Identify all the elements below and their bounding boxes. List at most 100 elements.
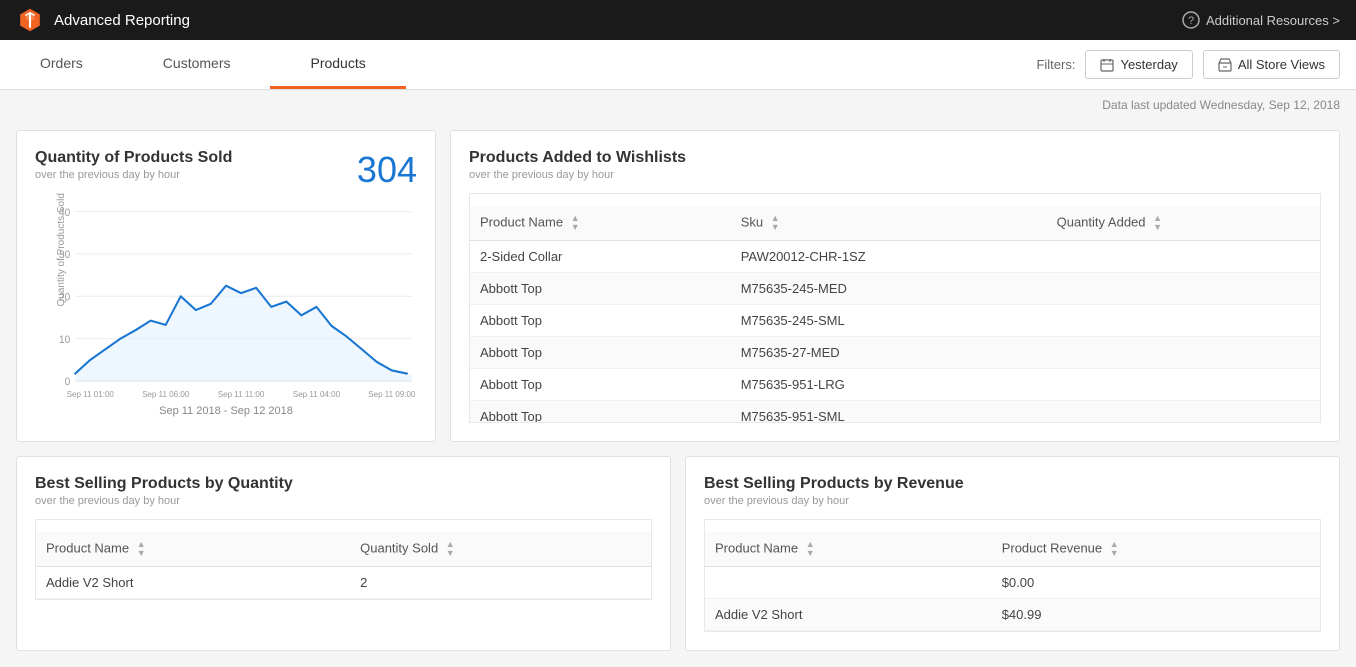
col-qty-added[interactable]: Quantity Added ▲▼ xyxy=(1047,206,1320,241)
best-qty-table-container[interactable]: Product Name ▲▼ Quantity Sold ▲▼ Addie V… xyxy=(35,519,652,600)
wishlist-product-name: Abbott Top xyxy=(470,337,731,369)
tab-customers[interactable]: Customers xyxy=(123,40,271,89)
wishlist-qty xyxy=(1047,369,1320,401)
wishlist-product-name: 2-Sided Collar xyxy=(470,241,731,273)
wishlist-qty xyxy=(1047,273,1320,305)
sort-icon-br-rev: ▲▼ xyxy=(1110,540,1119,558)
sort-icon-name: ▲▼ xyxy=(571,214,580,232)
all-store-views-label: All Store Views xyxy=(1238,57,1325,72)
sort-icon-bq-qty: ▲▼ xyxy=(446,540,455,558)
brand-label: Advanced Reporting xyxy=(54,12,190,29)
bq-product-name: Addie V2 Short xyxy=(36,567,350,599)
wishlist-qty xyxy=(1047,401,1320,424)
yesterday-label: Yesterday xyxy=(1120,57,1177,72)
wishlist-qty xyxy=(1047,241,1320,273)
svg-text:0: 0 xyxy=(65,377,71,388)
svg-text:Sep 11 09:00: Sep 11 09:00 xyxy=(368,390,416,399)
bq-qty-sold: 2 xyxy=(350,567,651,599)
sort-icon-bq-name: ▲▼ xyxy=(137,540,146,558)
wishlist-sku: M75635-27-MED xyxy=(731,337,1047,369)
top-bar: Advanced Reporting ? Additional Resource… xyxy=(0,0,1356,40)
best-by-quantity-panel: Best Selling Products by Quantity over t… xyxy=(16,456,671,651)
tab-orders[interactable]: Orders xyxy=(0,40,123,89)
table-row: Abbott Top M75635-27-MED xyxy=(470,337,1320,369)
line-chart: 40 30 20 10 0 Sep 11 01:00 Sep 11 06:00 … xyxy=(35,201,417,381)
wishlist-sku: PAW20012-CHR-1SZ xyxy=(731,241,1047,273)
chart-area: Quantity of Products Sold 40 30 20 10 0 xyxy=(35,201,417,401)
col-bq-qty-sold[interactable]: Quantity Sold ▲▼ xyxy=(350,532,651,567)
best-rev-subtitle: over the previous day by hour xyxy=(704,495,1321,507)
wishlist-qty xyxy=(1047,337,1320,369)
table-row: $0.00 xyxy=(705,567,1320,599)
br-product-name: Addie V2 Short xyxy=(705,599,992,631)
bottom-row: Best Selling Products by Quantity over t… xyxy=(16,456,1340,651)
svg-text:10: 10 xyxy=(59,335,70,346)
quantity-sold-title: Quantity of Products Sold xyxy=(35,149,232,167)
svg-text:Sep 11 06:00: Sep 11 06:00 xyxy=(142,390,190,399)
chart-y-axis-label: Quantity of Products Sold xyxy=(56,193,67,306)
best-qty-subtitle: over the previous day by hour xyxy=(35,495,652,507)
table-row: 2-Sided Collar PAW20012-CHR-1SZ xyxy=(470,241,1320,273)
quantity-sold-number: 304 xyxy=(357,149,417,191)
tab-spacer xyxy=(406,40,1037,89)
store-icon xyxy=(1218,58,1232,72)
additional-resources-link[interactable]: ? Additional Resources > xyxy=(1182,11,1340,29)
chart-date-range: Sep 11 2018 - Sep 12 2018 xyxy=(35,405,417,417)
table-row: Addie V2 Short 2 xyxy=(36,567,651,599)
chart-title-group: Quantity of Products Sold over the previ… xyxy=(35,149,232,181)
best-qty-title: Best Selling Products by Quantity xyxy=(35,475,652,493)
filters-area: Filters: Yesterday All Store Views xyxy=(1036,40,1356,89)
tab-navigation: Orders Customers Products Filters: Yeste… xyxy=(0,40,1356,90)
svg-text:Sep 11 04:00: Sep 11 04:00 xyxy=(293,390,341,399)
best-rev-table: Product Name ▲▼ Product Revenue ▲▼ $0.00… xyxy=(705,532,1320,631)
brand: Advanced Reporting xyxy=(16,6,190,34)
calendar-icon xyxy=(1100,58,1114,72)
wishlist-product-name: Abbott Top xyxy=(470,273,731,305)
wishlists-table-container[interactable]: Product Name ▲▼ Sku ▲▼ Quantity Added ▲▼ xyxy=(469,193,1321,423)
wishlists-subtitle: over the previous day by hour xyxy=(469,169,1321,181)
quantity-sold-subtitle: over the previous day by hour xyxy=(35,169,232,181)
best-qty-table: Product Name ▲▼ Quantity Sold ▲▼ Addie V… xyxy=(36,532,651,599)
magento-logo-icon xyxy=(16,6,44,34)
wishlists-table: Product Name ▲▼ Sku ▲▼ Quantity Added ▲▼ xyxy=(470,206,1320,423)
main-content: Quantity of Products Sold over the previ… xyxy=(0,120,1356,667)
wishlist-qty xyxy=(1047,305,1320,337)
col-sku[interactable]: Sku ▲▼ xyxy=(731,206,1047,241)
col-br-product-name[interactable]: Product Name ▲▼ xyxy=(705,532,992,567)
table-row: Addie V2 Short $40.99 xyxy=(705,599,1320,631)
best-rev-table-container[interactable]: Product Name ▲▼ Product Revenue ▲▼ $0.00… xyxy=(704,519,1321,632)
sort-icon-br-name: ▲▼ xyxy=(806,540,815,558)
wishlist-product-name: Abbott Top xyxy=(470,369,731,401)
yesterday-filter-button[interactable]: Yesterday xyxy=(1085,50,1192,79)
col-product-name[interactable]: Product Name ▲▼ xyxy=(470,206,731,241)
table-row: Abbott Top M75635-951-LRG xyxy=(470,369,1320,401)
wishlist-sku: M75635-245-SML xyxy=(731,305,1047,337)
best-rev-title: Best Selling Products by Revenue xyxy=(704,475,1321,493)
col-bq-product-name[interactable]: Product Name ▲▼ xyxy=(36,532,350,567)
help-circle-icon: ? xyxy=(1182,11,1200,29)
br-product-revenue: $40.99 xyxy=(992,599,1320,631)
wishlist-sku: M75635-245-MED xyxy=(731,273,1047,305)
wishlist-sku: M75635-951-SML xyxy=(731,401,1047,424)
wishlists-title: Products Added to Wishlists xyxy=(469,149,1321,167)
table-row: Abbott Top M75635-245-MED xyxy=(470,273,1320,305)
top-row: Quantity of Products Sold over the previ… xyxy=(16,130,1340,442)
br-product-revenue: $0.00 xyxy=(992,567,1320,599)
wishlists-panel: Products Added to Wishlists over the pre… xyxy=(450,130,1340,442)
additional-resources-label: Additional Resources > xyxy=(1206,13,1340,28)
svg-text:Sep 11 11:00: Sep 11 11:00 xyxy=(218,390,265,399)
filters-label: Filters: xyxy=(1036,57,1075,72)
wishlist-product-name: Abbott Top xyxy=(470,401,731,424)
br-product-name xyxy=(705,567,992,599)
col-br-product-revenue[interactable]: Product Revenue ▲▼ xyxy=(992,532,1320,567)
chart-header: Quantity of Products Sold over the previ… xyxy=(35,149,417,191)
best-by-revenue-panel: Best Selling Products by Revenue over th… xyxy=(685,456,1340,651)
sort-icon-qty: ▲▼ xyxy=(1153,214,1162,232)
data-updated-bar: Data last updated Wednesday, Sep 12, 201… xyxy=(0,90,1356,120)
all-store-views-filter-button[interactable]: All Store Views xyxy=(1203,50,1340,79)
table-row: Abbott Top M75635-951-SML xyxy=(470,401,1320,424)
quantity-sold-panel: Quantity of Products Sold over the previ… xyxy=(16,130,436,442)
svg-text:Sep 11 01:00: Sep 11 01:00 xyxy=(67,390,115,399)
tab-products[interactable]: Products xyxy=(270,40,405,89)
data-updated-text: Data last updated Wednesday, Sep 12, 201… xyxy=(1102,98,1340,112)
